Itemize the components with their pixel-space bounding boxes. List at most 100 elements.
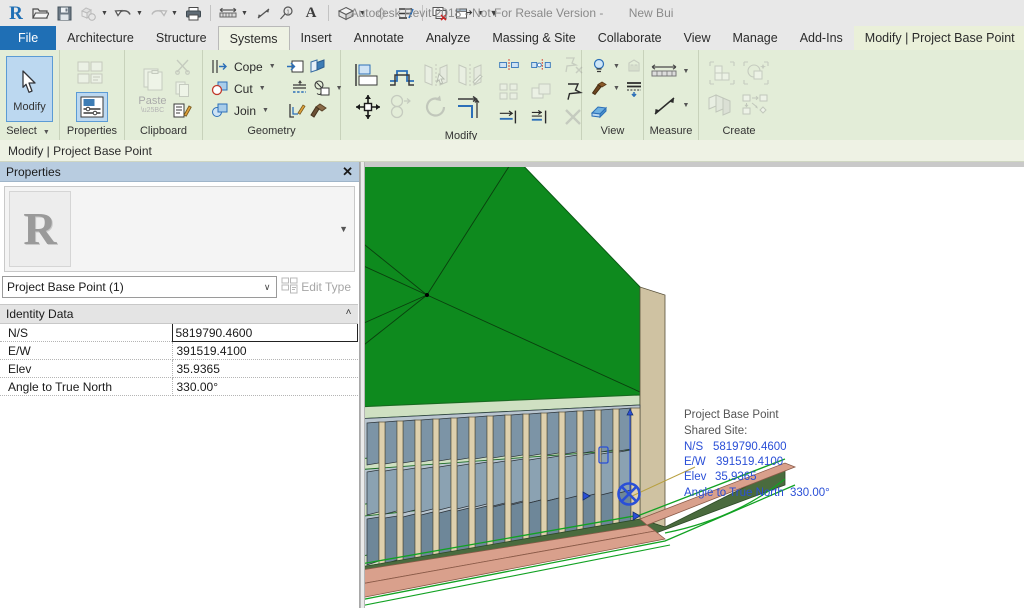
mirror-draw-axis-icon[interactable] — [455, 60, 485, 90]
chevron-down-icon[interactable]: ▼ — [339, 224, 348, 234]
cut-caret-icon[interactable]: ▼ — [256, 85, 269, 92]
cope-icon[interactable] — [209, 56, 231, 78]
edit-type-button[interactable]: Edit Type — [277, 276, 357, 298]
offset-icon[interactable] — [387, 60, 417, 90]
move-icon[interactable] — [353, 92, 383, 122]
demolish-icon[interactable] — [307, 56, 329, 78]
tab-file[interactable]: File — [0, 26, 57, 50]
measure-between-references-icon[interactable] — [650, 57, 680, 87]
copy-icon[interactable] — [172, 78, 194, 100]
type-properties-icon[interactable] — [74, 56, 110, 92]
sync-caret-icon[interactable]: ▼ — [100, 2, 109, 24]
join-geometry-icon[interactable] — [209, 100, 231, 122]
align-icon[interactable] — [353, 60, 383, 90]
measure-along-caret-icon[interactable]: ▼ — [680, 102, 693, 109]
measure-between-caret-icon[interactable]: ▼ — [680, 68, 693, 75]
measure-icon[interactable] — [217, 2, 239, 24]
properties-palette-icon[interactable] — [76, 91, 108, 122]
split-with-gap-icon[interactable] — [530, 54, 552, 76]
tab-systems[interactable]: Systems — [217, 26, 290, 50]
temporary-hide-isolate-icon[interactable] — [588, 56, 610, 78]
paint-icon[interactable] — [308, 100, 330, 122]
split-element-icon[interactable] — [498, 54, 520, 76]
3d-viewport[interactable]: Project Base Point Shared Site: N/S 5819… — [365, 162, 1024, 608]
close-icon[interactable]: ✕ — [342, 164, 353, 180]
view3d-caret-icon[interactable]: ▼ — [358, 2, 367, 24]
redo-icon[interactable] — [147, 2, 169, 24]
open-icon[interactable] — [29, 2, 51, 24]
tab-manage[interactable]: Manage — [722, 26, 789, 50]
aligned-dimension-icon[interactable] — [252, 2, 274, 24]
property-group-identity-data[interactable]: Identity Data ˄ — [0, 304, 358, 324]
type-selector-combo[interactable]: Project Base Point (1) ∨ — [2, 276, 278, 298]
render-in-cloud-icon[interactable] — [588, 78, 610, 100]
cut-icon[interactable] — [172, 56, 194, 78]
property-value-ns[interactable]: 5819790.4600 — [171, 323, 358, 342]
tab-insert[interactable]: Insert — [290, 26, 343, 50]
tab-structure[interactable]: Structure — [145, 26, 218, 50]
paste-caret-icon[interactable]: \u25BC — [141, 107, 164, 114]
wall-joins-icon[interactable] — [286, 100, 308, 122]
trim-single-icon[interactable] — [498, 106, 520, 128]
create-group-icon[interactable] — [741, 58, 771, 88]
modify-button[interactable]: Modify — [6, 55, 53, 122]
join-label[interactable]: Join — [231, 104, 259, 118]
property-row-ns[interactable]: N/S 5819790.4600 — [0, 323, 358, 342]
render-caret-icon[interactable]: ▼ — [610, 85, 623, 92]
property-row-angle-to-true-north[interactable]: Angle to True North 330.00° — [0, 377, 358, 396]
property-value-angle-to-true-north[interactable]: 330.00° — [172, 377, 358, 396]
property-value-elev[interactable]: 35.9365 — [172, 359, 358, 378]
text-icon[interactable]: A — [300, 2, 322, 24]
thin-lines-icon[interactable] — [394, 2, 416, 24]
cut-geometry-tool-icon[interactable] — [209, 78, 231, 100]
mirror-pick-axis-icon[interactable] — [421, 60, 451, 90]
property-row-ew[interactable]: E/W 391519.4100 — [0, 341, 358, 360]
property-value-ew[interactable]: 391519.4100 — [172, 341, 358, 360]
cope-label[interactable]: Cope — [231, 60, 266, 74]
chevron-down-icon[interactable]: ∨ — [258, 282, 276, 293]
hide-isolate-caret-icon[interactable]: ▼ — [610, 63, 623, 70]
copy-move-icon[interactable] — [387, 92, 417, 122]
chevron-up-icon[interactable]: ˄ — [346, 307, 352, 318]
trim-extend-icon[interactable] — [455, 92, 485, 122]
measure-along-element-icon[interactable] — [650, 91, 680, 121]
create-assembly-icon[interactable] — [741, 90, 771, 120]
tab-architecture[interactable]: Architecture — [56, 26, 145, 50]
cut-label[interactable]: Cut — [231, 82, 256, 96]
pin-icon[interactable] — [562, 80, 584, 102]
split-face-icon[interactable] — [289, 78, 311, 100]
cope-caret-icon[interactable]: ▼ — [266, 63, 279, 70]
print-icon[interactable] — [182, 2, 204, 24]
default-3d-view-icon[interactable] — [335, 2, 357, 24]
array-icon[interactable] — [498, 80, 520, 102]
tab-modify-project-base-point[interactable]: Modify | Project Base Point — [853, 26, 1024, 50]
create-similar-icon[interactable] — [707, 58, 737, 88]
unpin-icon[interactable] — [562, 54, 584, 76]
quick-access-toolbar[interactable]: R ▼ ▼ ▼ ▼ 1 A ▼ ▼ ▼ — [0, 0, 503, 26]
scale-icon[interactable] — [530, 80, 552, 102]
tab-analyze[interactable]: Analyze — [415, 26, 481, 50]
join-caret-icon[interactable]: ▼ — [259, 107, 272, 114]
save-icon[interactable] — [53, 2, 75, 24]
tab-annotate[interactable]: Annotate — [343, 26, 415, 50]
tab-collaborate[interactable]: Collaborate — [587, 26, 673, 50]
tab-add-ins[interactable]: Add-Ins — [789, 26, 854, 50]
reveal-hidden-elements-icon[interactable] — [588, 100, 610, 122]
tab-massing-and-site[interactable]: Massing & Site — [481, 26, 586, 50]
measure-caret-icon[interactable]: ▼ — [240, 2, 249, 24]
trim-multiple-icon[interactable] — [530, 106, 552, 128]
join-roof-icon[interactable] — [311, 78, 333, 100]
cut-geometry-icon[interactable] — [285, 56, 307, 78]
tab-view[interactable]: View — [673, 26, 722, 50]
match-type-properties-icon[interactable] — [172, 100, 194, 122]
sync-with-central-icon[interactable] — [77, 2, 99, 24]
render-gallery-icon[interactable] — [623, 56, 645, 78]
select-panel-caret-icon[interactable]: ▼ — [40, 129, 53, 136]
tag-icon[interactable]: 1 — [276, 2, 298, 24]
type-preview-dropdown[interactable]: ▼ — [75, 187, 354, 271]
revit-logo-icon[interactable]: R — [5, 2, 27, 24]
create-part-icon[interactable] — [707, 90, 737, 120]
undo-caret-icon[interactable]: ▼ — [135, 2, 144, 24]
type-preview-box[interactable]: R ▼ — [4, 186, 355, 272]
undo-icon[interactable] — [112, 2, 134, 24]
